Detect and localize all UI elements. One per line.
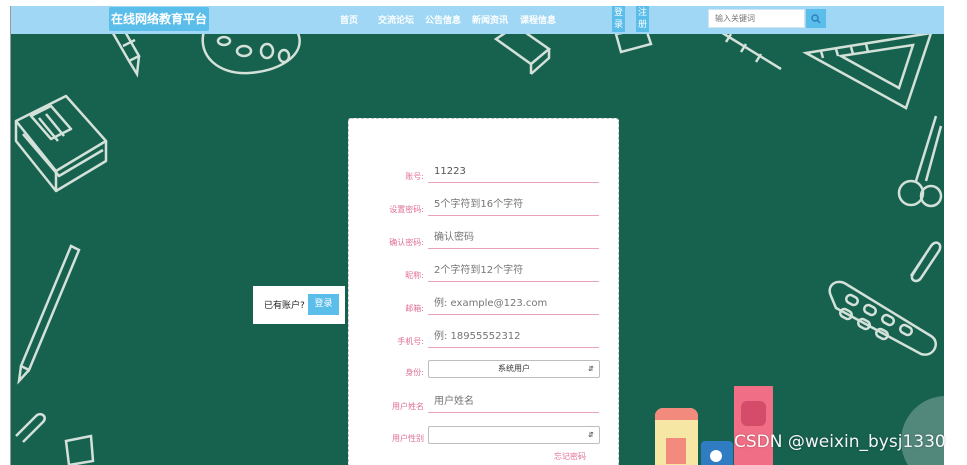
user-name-input[interactable] <box>428 391 599 413</box>
password-label: 设置密码: <box>389 205 424 214</box>
nav-announcements[interactable]: 公告信息 <box>425 13 461 26</box>
login-hint-button[interactable]: 登录 <box>308 294 339 315</box>
nickname-input[interactable] <box>428 260 599 282</box>
register-button[interactable]: 注册 <box>636 6 649 32</box>
long-pencil-doodle-icon <box>11 236 91 386</box>
top-navbar: 在线网络教育平台 首页 交流论坛 公告信息 新闻资讯 课程信息 登录 注册 <box>11 6 944 34</box>
identity-selected: 系统用户 <box>498 364 530 373</box>
account-input[interactable]: 11223 <box>428 161 599 183</box>
nickname-row: 昵称: <box>349 260 620 284</box>
eraser-block-doodle-icon <box>734 386 773 465</box>
nav-news[interactable]: 新闻资讯 <box>472 13 508 26</box>
password-input[interactable] <box>428 194 599 216</box>
search-input[interactable] <box>708 9 805 28</box>
login-button[interactable]: 登录 <box>612 6 625 32</box>
scissors-doodle-icon <box>881 111 944 221</box>
calculator-keys-doodle-icon <box>816 276 944 371</box>
register-form-card: 账号: 11223 设置密码: 确认密码: 昵称: 邮箱: 手机号: 身份: 系… <box>348 118 619 465</box>
account-label: 账号: <box>405 172 424 181</box>
watermark-text: CSDN @weixin_bysj1330 <box>734 432 946 452</box>
password-row: 设置密码: <box>349 194 620 218</box>
select-arrows-icon: ⇵ <box>588 365 594 373</box>
user-name-row: 用户姓名 <box>349 391 620 415</box>
user-name-label: 用户姓名 <box>392 402 424 411</box>
cup-doodle-icon <box>61 431 101 465</box>
user-gender-label: 用户性别 <box>392 434 424 443</box>
search-icon <box>811 13 821 23</box>
login-hint-text: 已有账户? <box>264 301 305 311</box>
user-gender-row: 用户性别 ⇵ <box>349 423 620 447</box>
glue-stick-doodle-icon <box>655 408 698 465</box>
search-button[interactable] <box>806 9 826 28</box>
account-row: 账号: 11223 <box>349 161 620 185</box>
identity-select[interactable]: 系统用户 ⇵ <box>428 360 600 378</box>
email-label: 邮箱: <box>405 304 424 313</box>
forgot-password-link[interactable]: 忘记密码 <box>554 451 586 462</box>
sharpener-doodle-icon <box>701 441 733 465</box>
confirm-password-label: 确认密码: <box>389 238 424 247</box>
login-hint-box: 已有账户? 登录 <box>253 286 345 324</box>
phone-input[interactable] <box>428 326 599 348</box>
nav-courses[interactable]: 课程信息 <box>520 13 556 26</box>
identity-label: 身份: <box>405 368 424 377</box>
email-row: 邮箱: <box>349 293 620 317</box>
phone-row: 手机号: <box>349 326 620 350</box>
nav-forum[interactable]: 交流论坛 <box>378 13 414 26</box>
confirm-password-row: 确认密码: <box>349 227 620 251</box>
email-input[interactable] <box>428 293 599 315</box>
nickname-label: 昵称: <box>405 271 424 280</box>
select-arrows-icon: ⇵ <box>588 431 594 439</box>
page-viewport: 在线网络教育平台 首页 交流论坛 公告信息 新闻资讯 课程信息 登录 注册 已有… <box>11 6 944 465</box>
triangle-ruler-doodle-icon <box>801 28 944 118</box>
paperclip-left-doodle-icon <box>11 406 51 446</box>
phone-label: 手机号: <box>397 337 424 346</box>
nav-home[interactable]: 首页 <box>340 13 358 26</box>
user-gender-select[interactable]: ⇵ <box>428 426 600 444</box>
confirm-password-input[interactable] <box>428 227 599 249</box>
site-brand[interactable]: 在线网络教育平台 <box>109 7 210 31</box>
circle-doodle-icon <box>901 396 944 465</box>
identity-row: 身份: 系统用户 ⇵ <box>349 357 620 381</box>
